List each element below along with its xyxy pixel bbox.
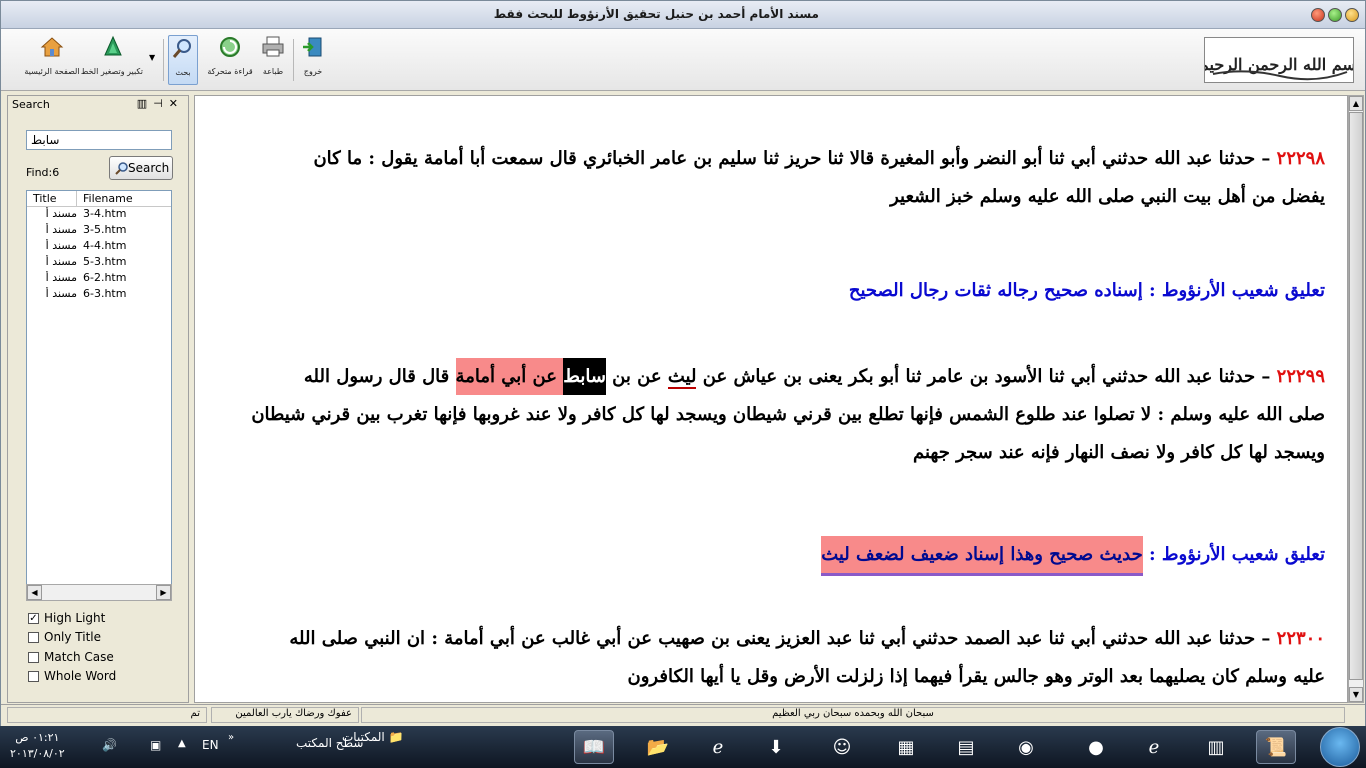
hadith-number: ٢٢٢٩٨ bbox=[1276, 148, 1325, 169]
window-title: مسند الأمام أحمد بن حنبل تحقيق الأرنؤوط … bbox=[493, 7, 819, 21]
windows-taskbar: ٠١:٢١ ص ٢٠١٣/٠٨/٠٢ 🔊 ▣ ▲ EN » سطح المكتب… bbox=[0, 726, 1366, 768]
taskbar-explorer[interactable]: 📂 bbox=[638, 730, 678, 764]
option-match-case[interactable]: Match Case bbox=[28, 650, 114, 664]
option-highlight[interactable]: ✓ High Light bbox=[28, 611, 105, 625]
status-tasbih: سبحان الله وبحمده سبحان ربي العظيم bbox=[361, 707, 1345, 723]
status-bar: تم عفوك ورضاك يارب العالمين سبحان الله و… bbox=[1, 704, 1365, 726]
animated-reading-button[interactable]: قراءة متحركة bbox=[205, 35, 255, 85]
checkbox[interactable] bbox=[28, 651, 39, 663]
taskbar-app-download[interactable]: ⬇ bbox=[756, 730, 796, 764]
result-row[interactable]: مسند أ 4-4.htm bbox=[27, 239, 171, 255]
application-window: مسند الأمام أحمد بن حنبل تحقيق الأرنؤوط … bbox=[0, 0, 1366, 726]
checkbox-checked[interactable]: ✓ bbox=[28, 612, 39, 624]
folder-icon: 📁 bbox=[388, 730, 404, 744]
search-input[interactable] bbox=[26, 130, 172, 150]
maximize-button[interactable] bbox=[1328, 8, 1342, 22]
basmala-logo: بسم الله الرحمن الرحيم bbox=[1204, 37, 1354, 83]
search-icon bbox=[115, 162, 128, 175]
taskbar-app-book[interactable]: 📖 bbox=[574, 730, 614, 764]
result-row[interactable]: مسند أ 5-3.htm bbox=[27, 255, 171, 271]
toolbar-separator bbox=[293, 39, 294, 81]
search-match: سابط bbox=[563, 358, 606, 395]
result-row[interactable]: مسند أ 3-5.htm bbox=[27, 223, 171, 239]
panel-menu-icon[interactable]: ▥ bbox=[137, 97, 153, 110]
taskbar-app-messenger[interactable]: ☺ bbox=[822, 730, 862, 764]
column-filename[interactable]: Filename bbox=[77, 191, 171, 206]
toolbar-expand-icon[interactable]: » bbox=[228, 732, 234, 743]
home-icon bbox=[40, 37, 64, 57]
underlined-word: ليث bbox=[667, 366, 697, 389]
taskbar-app-grid[interactable]: ▦ bbox=[886, 730, 926, 764]
taskbar-app-red[interactable]: ● bbox=[1076, 730, 1116, 764]
taskbar-libraries[interactable]: 📁 المكتبات bbox=[342, 730, 404, 744]
commentary-1: تعليق شعيب الأرنؤوط : إسناده صحيح رجاله … bbox=[848, 280, 1325, 301]
scroll-thumb[interactable] bbox=[1349, 112, 1363, 680]
search-panel-header: Search ▥⊣✕ bbox=[12, 97, 184, 111]
hadith-22298: ٢٢٢٩٨ – حدثنا عبد الله حدثني أبي ثنا أبو… bbox=[313, 148, 1325, 207]
taskbar-ie[interactable]: ℯ bbox=[1134, 730, 1174, 764]
results-header: Title Filename bbox=[27, 191, 171, 207]
exit-door-icon bbox=[303, 37, 322, 57]
magnifier-icon bbox=[172, 39, 191, 58]
status-done: تم bbox=[7, 707, 207, 723]
toolbar-separator bbox=[163, 39, 164, 81]
status-dua: عفوك ورضاك يارب العالمين bbox=[211, 707, 359, 723]
highlighted-commentary: حديث صحيح وهذا إسناد ضعيف لضعف ليث bbox=[821, 536, 1143, 576]
column-title[interactable]: Title bbox=[27, 191, 77, 206]
font-size-icon bbox=[104, 35, 122, 56]
content-vertical-scrollbar[interactable]: ▲ ▼ bbox=[1348, 95, 1364, 703]
language-indicator[interactable]: EN bbox=[202, 738, 219, 752]
printer-icon bbox=[262, 36, 284, 57]
search-toolbar-button[interactable]: بحث bbox=[168, 35, 198, 85]
option-whole-word[interactable]: Whole Word bbox=[28, 669, 116, 683]
taskbar-app-book2[interactable]: ▥ bbox=[1196, 730, 1236, 764]
pin-icon[interactable]: ⊣ bbox=[153, 97, 169, 110]
checkbox[interactable] bbox=[28, 670, 39, 682]
home-button[interactable]: الصفحة الرئيسية bbox=[23, 35, 81, 85]
scroll-down-icon[interactable]: ▼ bbox=[1349, 687, 1363, 702]
dropdown-arrow-icon[interactable]: ▼ bbox=[149, 53, 155, 62]
scroll-up-icon[interactable]: ▲ bbox=[1349, 96, 1363, 111]
print-button[interactable]: طباعة bbox=[259, 35, 287, 85]
title-bar: مسند الأمام أحمد بن حنبل تحقيق الأرنؤوط … bbox=[1, 1, 1365, 29]
hadith-content-view: ٢٢٢٩٨ – حدثنا عبد الله حدثني أبي ثنا أبو… bbox=[194, 95, 1348, 703]
exit-button[interactable]: خروج bbox=[299, 35, 327, 85]
hadith-22300: ٢٢٣٠٠ – حدثنا عبد الله حدثني أبي ثنا عبد… bbox=[289, 628, 1325, 687]
result-row[interactable]: مسند أ 6-3.htm bbox=[27, 287, 171, 303]
network-icon[interactable]: ▣ bbox=[150, 738, 161, 752]
checkbox[interactable] bbox=[28, 631, 39, 643]
results-horizontal-scrollbar[interactable]: ◀ ▶ bbox=[26, 584, 172, 601]
search-button[interactable]: Search bbox=[109, 156, 173, 180]
start-button[interactable] bbox=[1320, 727, 1360, 767]
taskbar-app-e[interactable]: ℯ bbox=[698, 730, 738, 764]
option-only-title[interactable]: Only Title bbox=[28, 630, 101, 644]
scroll-left-icon[interactable]: ◀ bbox=[27, 585, 42, 600]
tray-expand-icon[interactable]: ▲ bbox=[178, 738, 186, 749]
system-clock[interactable]: ٠١:٢١ ص ٢٠١٣/٠٨/٠٢ bbox=[10, 730, 65, 762]
search-panel: Search ▥⊣✕ Find:6 Search Title Filename … bbox=[7, 95, 189, 703]
commentary-2: تعليق شعيب الأرنؤوط : حديث صحيح وهذا إسن… bbox=[205, 536, 1325, 576]
results-list: Title Filename مسند أ 3-4.htm مسند أ 3-5.h… bbox=[26, 190, 172, 598]
taskbar-app-quran[interactable]: 📜 bbox=[1256, 730, 1296, 764]
hadith-number: ٢٢٢٩٩ bbox=[1276, 366, 1325, 387]
zoom-font-button[interactable]: تكبير وتصغير الخط bbox=[81, 35, 143, 85]
refresh-icon bbox=[220, 37, 240, 57]
minimize-button[interactable] bbox=[1345, 8, 1359, 22]
hadith-22299: ٢٢٢٩٩ – حدثنا عبد الله حدثني أبي ثنا الأ… bbox=[205, 358, 1325, 472]
taskbar-firefox[interactable]: ◉ bbox=[1006, 730, 1046, 764]
taskbar-app-winrar[interactable]: ▤ bbox=[946, 730, 986, 764]
result-row[interactable]: مسند أ 6-2.htm bbox=[27, 271, 171, 287]
basmala-calligraphy: بسم الله الرحمن الرحيم bbox=[1205, 55, 1353, 81]
close-button[interactable] bbox=[1311, 8, 1325, 22]
toolbar: الصفحة الرئيسية تكبير وتصغير الخط ▼ بحث … bbox=[1, 29, 1365, 91]
volume-icon[interactable]: 🔊 bbox=[102, 738, 117, 752]
result-row[interactable]: مسند أ 3-4.htm bbox=[27, 207, 171, 223]
close-panel-icon[interactable]: ✕ bbox=[169, 97, 184, 110]
scroll-right-icon[interactable]: ▶ bbox=[156, 585, 171, 600]
find-count: Find:6 bbox=[26, 166, 60, 179]
hadith-number: ٢٢٣٠٠ bbox=[1276, 628, 1325, 649]
